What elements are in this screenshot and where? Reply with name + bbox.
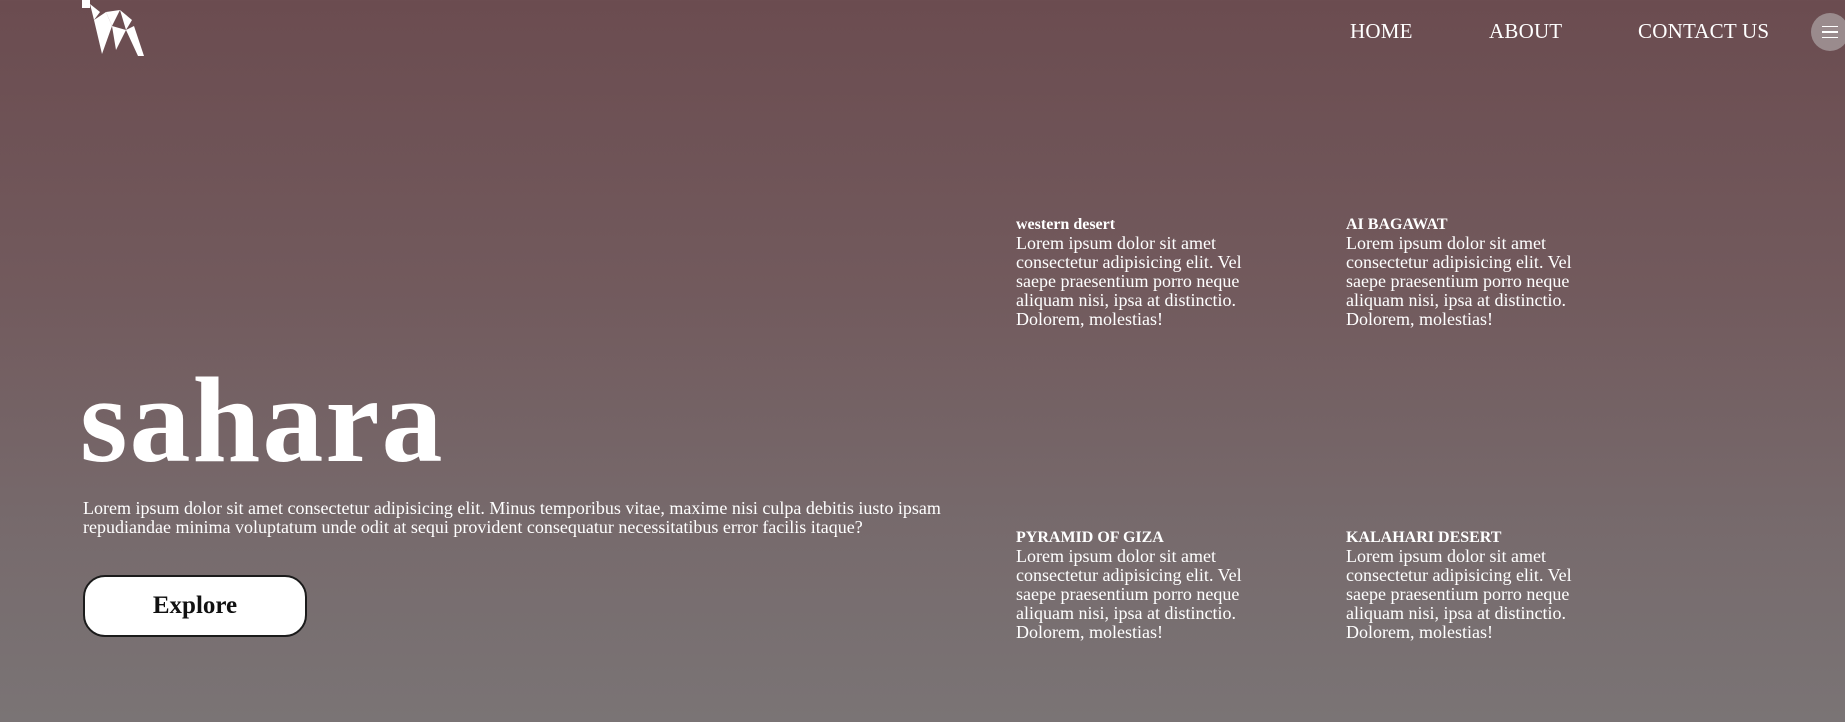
place-card-kalahari-desert: KALAHARI DESERT Lorem ipsum dolor sit am… <box>1346 529 1581 642</box>
hamburger-menu-button[interactable] <box>1811 13 1845 51</box>
nav-about-link[interactable]: ABOUT <box>1489 19 1562 44</box>
place-card-ai-bagawat: AI BAGAWAT Lorem ipsum dolor sit amet co… <box>1346 216 1581 329</box>
place-card-title: PYRAMID OF GIZA <box>1016 529 1164 546</box>
place-card-text: Lorem ipsum dolor sit amet consectetur a… <box>1346 546 1572 642</box>
explore-button[interactable]: Explore <box>83 575 307 637</box>
hero-description: Lorem ipsum dolor sit amet consectetur a… <box>83 498 941 537</box>
nav-contact-us-link[interactable]: CONTACT US <box>1638 19 1769 44</box>
place-card-text: Lorem ipsum dolor sit amet consectetur a… <box>1346 233 1572 329</box>
place-card-title: AI BAGAWAT <box>1346 216 1448 233</box>
place-card-title: KALAHARI DESERT <box>1346 529 1502 546</box>
hamburger-menu-icon <box>1822 25 1838 39</box>
place-card-western-desert: western desert Lorem ipsum dolor sit ame… <box>1016 216 1251 329</box>
place-card-title: western desert <box>1016 216 1116 233</box>
origami-camel-logo-icon[interactable] <box>82 0 146 58</box>
nav-home-link[interactable]: HOME <box>1350 19 1413 44</box>
place-card-text: Lorem ipsum dolor sit amet consectetur a… <box>1016 233 1242 329</box>
place-card-text: Lorem ipsum dolor sit amet consectetur a… <box>1016 546 1242 642</box>
hero-title: sahara <box>80 353 445 488</box>
place-card-pyramid-of-giza: PYRAMID OF GIZA Lorem ipsum dolor sit am… <box>1016 529 1251 642</box>
